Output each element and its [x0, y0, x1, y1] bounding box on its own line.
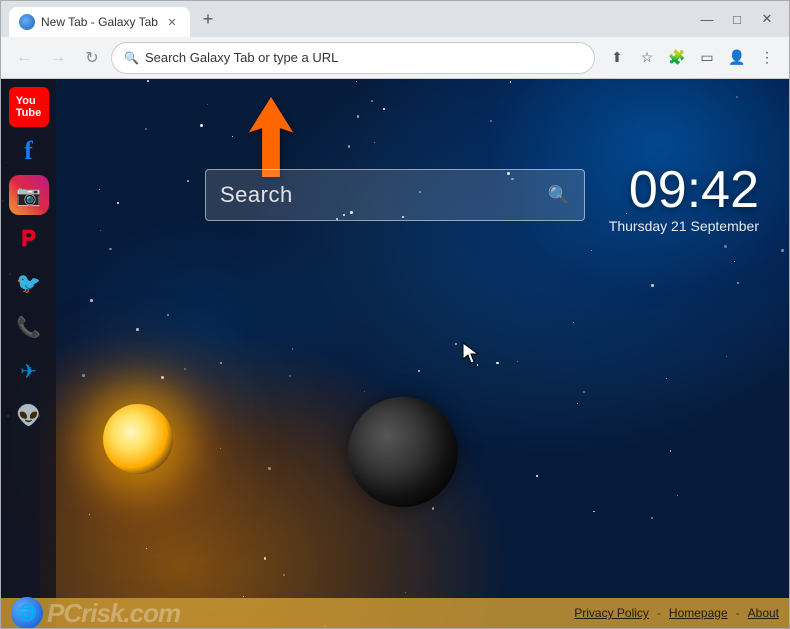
search-box[interactable]: Search 🔍: [205, 169, 585, 221]
whatsapp-icon: 📞: [16, 315, 41, 340]
youtube-label: YouTube: [16, 95, 41, 119]
window-controls: — □ ✕: [693, 5, 781, 33]
active-tab[interactable]: New Tab - Galaxy Tab ✕: [9, 7, 190, 37]
back-button[interactable]: ←: [9, 43, 39, 73]
footer-separator-1: -: [657, 606, 661, 620]
sidebar-item-reddit[interactable]: 👽: [9, 395, 49, 435]
pcrisk-ball-icon: 🌐: [11, 597, 43, 628]
tab-close-button[interactable]: ✕: [164, 14, 180, 30]
sidebar-item-pinterest[interactable]: 𝐏: [9, 219, 49, 259]
clock-time: 09:42: [609, 164, 759, 216]
twitter-icon: 🐦: [16, 271, 41, 296]
orange-arrow-indicator: [241, 97, 301, 177]
footer-links: Privacy Policy - Homepage - About: [574, 606, 779, 620]
browser-window: New Tab - Galaxy Tab ✕ + — □ ✕ ← → ↻ 🔍 S…: [0, 0, 790, 629]
reddit-icon: 👽: [16, 403, 41, 428]
clock-container: 09:42 Thursday 21 September: [609, 164, 759, 234]
planet: [348, 397, 458, 507]
sidebar-item-facebook[interactable]: f: [9, 131, 49, 171]
forward-button[interactable]: →: [43, 43, 73, 73]
sidebar-item-whatsapp[interactable]: 📞: [9, 307, 49, 347]
titlebar: New Tab - Galaxy Tab ✕ + — □ ✕: [1, 1, 789, 37]
profile-icon[interactable]: 👤: [723, 44, 751, 72]
extensions-icon[interactable]: 🧩: [663, 44, 691, 72]
sidebar: YouTube f 📷 𝐏 🐦 📞 ✈ 👽: [1, 79, 56, 628]
sidebar-item-telegram[interactable]: ✈: [9, 351, 49, 391]
menu-icon[interactable]: ⋮: [753, 44, 781, 72]
close-button[interactable]: ✕: [753, 5, 781, 33]
new-tab-button[interactable]: +: [194, 5, 222, 33]
pcrisk-logo: 🌐 PCrisk.com: [11, 597, 180, 628]
tab-title: New Tab - Galaxy Tab: [41, 15, 158, 29]
tab-favicon: [19, 14, 35, 30]
search-placeholder: Search: [220, 182, 540, 208]
addressbar: ← → ↻ 🔍 Search Galaxy Tab or type a URL …: [1, 37, 789, 79]
pinterest-icon: 𝐏: [21, 226, 36, 252]
footer-bar: 🌐 PCrisk.com Privacy Policy - Homepage -…: [1, 598, 789, 628]
reload-button[interactable]: ↻: [77, 43, 107, 73]
share-icon[interactable]: ⬆: [603, 44, 631, 72]
sidebar-item-instagram[interactable]: 📷: [9, 175, 49, 215]
privacy-policy-link[interactable]: Privacy Policy: [574, 606, 649, 620]
omnibox-text: Search Galaxy Tab or type a URL: [145, 50, 582, 65]
homepage-link[interactable]: Homepage: [669, 606, 728, 620]
clock-date: Thursday 21 September: [609, 218, 759, 234]
footer-separator-2: -: [736, 606, 740, 620]
bookmark-icon[interactable]: ☆: [633, 44, 661, 72]
search-container: Search 🔍: [205, 169, 585, 221]
browser-content: YouTube f 📷 𝐏 🐦 📞 ✈ 👽: [1, 79, 789, 628]
toolbar-icons: ⬆ ☆ 🧩 ▭ 👤 ⋮: [603, 44, 781, 72]
pcrisk-brand-text: PCrisk.com: [47, 598, 180, 629]
sidebar-toggle-icon[interactable]: ▭: [693, 44, 721, 72]
search-icon[interactable]: 🔍: [548, 185, 570, 206]
sidebar-item-youtube[interactable]: YouTube: [9, 87, 49, 127]
about-link[interactable]: About: [748, 606, 779, 620]
omnibox[interactable]: 🔍 Search Galaxy Tab or type a URL: [111, 42, 595, 74]
telegram-icon: ✈: [20, 359, 37, 384]
sidebar-item-twitter[interactable]: 🐦: [9, 263, 49, 303]
lock-icon: 🔍: [124, 51, 139, 65]
maximize-button[interactable]: □: [723, 5, 751, 33]
tab-strip: New Tab - Galaxy Tab ✕ +: [9, 1, 687, 37]
facebook-icon: f: [24, 136, 33, 166]
minimize-button[interactable]: —: [693, 5, 721, 33]
instagram-icon: 📷: [16, 183, 41, 208]
